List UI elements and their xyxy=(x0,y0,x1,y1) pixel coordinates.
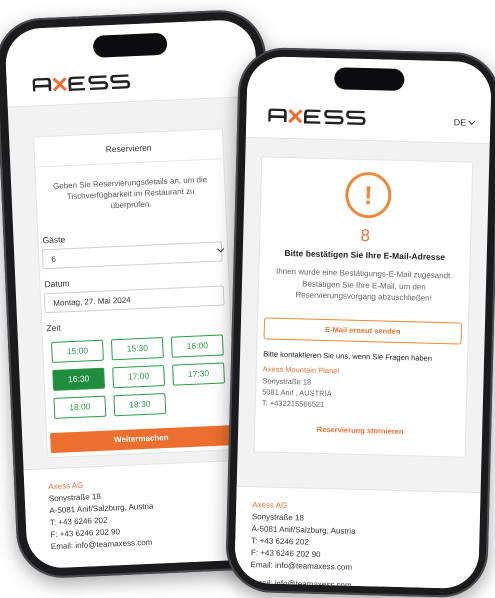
date-label: Datum xyxy=(44,278,70,290)
time-label: Zeit xyxy=(46,322,61,334)
time-slot[interactable]: 18:30 xyxy=(113,393,167,417)
language-label: DE xyxy=(453,117,467,128)
chevron-down-icon xyxy=(217,245,225,253)
confirmation-screen: DE ! 8 Bitte bestätigen Sie Ihre E-Mail-… xyxy=(234,55,492,590)
resend-email-button[interactable]: E-Mail erneut senden xyxy=(263,317,463,345)
date-input[interactable]: Montag, 27. Mai 2024 xyxy=(43,285,225,314)
date-value: Montag, 27. Mai 2024 xyxy=(53,295,131,308)
language-selector[interactable]: DE xyxy=(453,117,476,128)
axess-logo-mark xyxy=(268,108,366,126)
guests-label: Gäste xyxy=(42,234,66,246)
confirmation-card: ! 8 Bitte bestätigen Sie Ihre E-Mail-Adr… xyxy=(253,156,474,458)
time-slot[interactable]: 15:00 xyxy=(51,339,104,363)
continue-button[interactable]: Weitermachen xyxy=(49,425,233,454)
card-title: Reservieren xyxy=(34,129,224,168)
cancel-reservation-link[interactable]: Reservierung stornieren xyxy=(255,423,465,437)
chevron-down-icon xyxy=(468,117,476,125)
contact-prompt: Bitte kontaktieren Sie uns, wenn Sie Fra… xyxy=(263,349,433,363)
countdown-number: 8 xyxy=(360,225,371,246)
intro-text: Geben Sie Reservierungsdetails an, um di… xyxy=(52,175,208,211)
time-slot[interactable]: 17:00 xyxy=(112,365,166,389)
confirm-title: Bitte bestätigen Sie Ihre E-Mail-Adresse xyxy=(284,247,446,263)
confirm-message: Ihnen wurde eine Bestätigungs-E-Mail zug… xyxy=(275,266,453,303)
time-slot[interactable]: 17:30 xyxy=(172,362,225,386)
guests-select[interactable]: 6 xyxy=(41,241,225,270)
footer-email-repeat[interactable]: Email: info@teamaxess.com xyxy=(250,577,462,589)
axess-logo[interactable] xyxy=(32,74,143,93)
contact-address: Sonystraße 18 5081 Anif , AUSTRIA T: +43… xyxy=(262,375,461,413)
time-slot[interactable]: 16:00 xyxy=(170,334,224,358)
axess-logo[interactable] xyxy=(268,108,378,126)
time-slot[interactable]: 18:00 xyxy=(53,395,107,419)
time-slot[interactable]: 15:30 xyxy=(110,337,164,361)
guests-value: 6 xyxy=(51,254,57,264)
reservation-card: Reservieren Geben Sie Reservierungsdetai… xyxy=(33,128,237,459)
app-header: DE xyxy=(4,18,258,108)
phone-notch xyxy=(92,32,168,58)
phone-front: DE ! 8 Bitte bestätigen Sie Ihre E-Mail-… xyxy=(224,46,495,598)
exclamation-circle-icon: ! xyxy=(344,171,392,219)
time-slot-selected[interactable]: 16:30 xyxy=(52,367,106,391)
axess-logo-mark xyxy=(32,74,131,92)
phone-notch xyxy=(334,67,405,91)
page-footer: Axess AG Sonystraße 18 A-5081 Anif/Salzb… xyxy=(234,485,481,590)
